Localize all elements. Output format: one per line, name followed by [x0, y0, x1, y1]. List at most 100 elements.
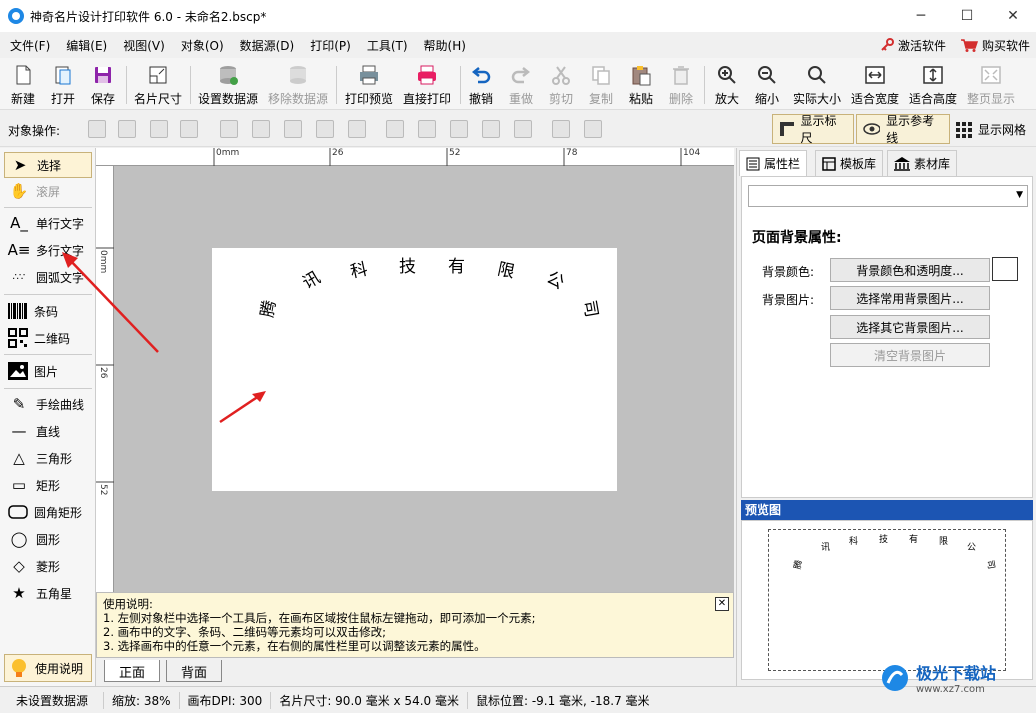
tool-scroll[interactable]: ✋ 滚屏 [4, 178, 92, 204]
delete-button[interactable]: 删除 [666, 62, 696, 108]
arc-text-char[interactable]: 技 [399, 252, 416, 277]
fit-width-button[interactable]: 适合宽度 [848, 62, 902, 108]
tool-circle[interactable]: ◯ 圆形 [4, 526, 92, 552]
open-button[interactable]: 打开 [46, 62, 80, 108]
layer-top-icon[interactable] [88, 120, 106, 138]
grid-icon [956, 121, 972, 138]
undo-button[interactable]: 撤销 [466, 62, 496, 108]
cut-button[interactable]: 剪切 [546, 62, 576, 108]
align-middle-icon[interactable] [418, 120, 436, 138]
copy-button[interactable]: 复制 [586, 62, 616, 108]
vruler-label: 52 [98, 484, 108, 496]
arc-text-char[interactable]: 有 [448, 252, 465, 277]
show-grid-label: 显示网格 [978, 123, 1027, 137]
set-datasource-button[interactable]: 设置数据源 [196, 62, 260, 108]
menu-tools[interactable]: 工具(T) [361, 37, 414, 54]
space-v-icon[interactable] [514, 120, 532, 138]
tab-templates[interactable]: 模板库 [815, 150, 884, 176]
actual-size-button[interactable]: 实际大小 [790, 62, 844, 108]
card-size-button[interactable]: 名片尺寸 [132, 62, 184, 108]
maximize-button[interactable]: ☐ [944, 0, 990, 32]
arc-text-char[interactable]: 限 [496, 255, 518, 282]
preview-char: 科 [849, 537, 859, 547]
business-card[interactable]: 腾 讯 科 技 有 限 公 司 [212, 248, 617, 491]
fit-page-button[interactable]: 整页显示 [964, 62, 1018, 108]
same-size-icon[interactable] [552, 120, 570, 138]
close-help-icon[interactable]: ✕ [715, 597, 729, 611]
direct-print-button[interactable]: 直接打印 [400, 62, 454, 108]
buy-label: 购买软件 [981, 38, 1030, 53]
close-button[interactable]: ✕ [990, 0, 1036, 32]
save-button[interactable]: 保存 [88, 62, 118, 108]
arc-text-char[interactable]: 司 [579, 298, 607, 319]
bg-color-button[interactable]: 背景颜色和透明度... [830, 258, 990, 282]
clear-bg-button[interactable]: 清空背景图片 [830, 343, 990, 367]
arc-text-char[interactable]: 科 [348, 255, 370, 282]
new-button[interactable]: 新建 [6, 62, 40, 108]
distribute-h-icon[interactable] [316, 120, 334, 138]
space-h-icon[interactable] [348, 120, 366, 138]
menu-help[interactable]: 帮助(H) [418, 37, 472, 54]
tab-assets[interactable]: 素材库 [887, 150, 958, 176]
tool-star[interactable]: ★ 五角星 [4, 580, 92, 606]
align-center-icon[interactable] [252, 120, 270, 138]
bg-color-swatch[interactable] [992, 257, 1018, 281]
paste-button[interactable]: 粘贴 [626, 62, 656, 108]
align-top-icon[interactable] [386, 120, 404, 138]
template-icon [822, 156, 836, 171]
show-ruler-toggle[interactable]: 显示标尺 [772, 114, 854, 145]
tool-round-rect[interactable]: 圆角矩形 [4, 499, 92, 525]
design-canvas[interactable]: 腾 讯 科 技 有 限 公 司 [114, 166, 734, 592]
tool-select[interactable]: ➤ 选择 [4, 152, 92, 178]
activate-software-link[interactable]: 激活软件 [880, 37, 946, 54]
layer-up-icon[interactable] [118, 120, 136, 138]
tool-diamond[interactable]: ◇ 菱形 [4, 553, 92, 579]
choose-other-bg-button[interactable]: 选择其它背景图片... [830, 315, 990, 339]
remove-datasource-button[interactable]: 移除数据源 [266, 62, 330, 108]
choose-common-bg-button[interactable]: 选择常用背景图片... [830, 286, 990, 310]
fit-width-label: 适合宽度 [850, 92, 899, 106]
print-preview-button[interactable]: 打印预览 [342, 62, 396, 108]
tool-line-label: 直线 [36, 424, 61, 439]
tool-rect[interactable]: ▭ 矩形 [4, 472, 92, 498]
layer-down-icon[interactable] [150, 120, 168, 138]
fit-height-button[interactable]: 适合高度 [906, 62, 960, 108]
arc-text-char[interactable]: 公 [543, 263, 570, 294]
element-selector-dropdown[interactable]: ▼ [748, 185, 1028, 207]
tool-image[interactable]: 图片 [4, 358, 92, 384]
tab-front[interactable]: 正面 [104, 660, 161, 682]
show-guides-toggle[interactable]: 显示参考线 [856, 114, 950, 145]
menu-view[interactable]: 视图(V) [117, 37, 171, 54]
group-icon[interactable] [584, 120, 602, 138]
layer-bottom-icon[interactable] [180, 120, 198, 138]
status-mouse-position: 鼠标位置: -9.1 毫米, -18.7 毫米 [475, 693, 650, 708]
help-button[interactable]: 使用说明 [4, 654, 92, 682]
menu-edit[interactable]: 编辑(E) [60, 37, 113, 54]
tool-single-text[interactable]: A_ 单行文字 [4, 210, 92, 236]
align-left-icon[interactable] [220, 120, 238, 138]
redo-button[interactable]: 重做 [506, 62, 536, 108]
arc-text-char[interactable]: 腾 [253, 298, 281, 319]
menu-print[interactable]: 打印(P) [304, 37, 357, 54]
rectangle-icon: ▭ [11, 476, 27, 494]
tool-image-label: 图片 [34, 364, 59, 379]
zoom-in-button[interactable]: 放大 [710, 62, 744, 108]
show-grid-toggle[interactable]: 显示网格 [956, 121, 1026, 138]
main-toolbar: 新建 打开 保存 名片尺寸 设置数据源 移除数据源 打印预览 直接打印 撤销 重… [0, 58, 1036, 110]
align-bottom-icon[interactable] [450, 120, 468, 138]
tool-single-text-label: 单行文字 [36, 216, 85, 231]
zoom-out-button[interactable]: 缩小 [750, 62, 784, 108]
buy-software-link[interactable]: 购买软件 [960, 37, 1030, 54]
tab-back[interactable]: 背面 [166, 660, 223, 682]
align-right-icon[interactable] [284, 120, 302, 138]
tool-freehand[interactable]: ✎ 手绘曲线 [4, 391, 92, 417]
menu-datasource[interactable]: 数据源(D) [234, 37, 301, 54]
menu-file[interactable]: 文件(F) [4, 37, 56, 54]
tab-properties[interactable]: 属性栏 [739, 150, 808, 176]
minimize-button[interactable]: ─ [898, 0, 944, 32]
menu-object[interactable]: 对象(O) [175, 37, 230, 54]
tool-triangle[interactable]: △ 三角形 [4, 445, 92, 471]
tool-line[interactable]: — 直线 [4, 418, 92, 444]
arc-text-char[interactable]: 讯 [297, 263, 324, 294]
distribute-v-icon[interactable] [482, 120, 500, 138]
